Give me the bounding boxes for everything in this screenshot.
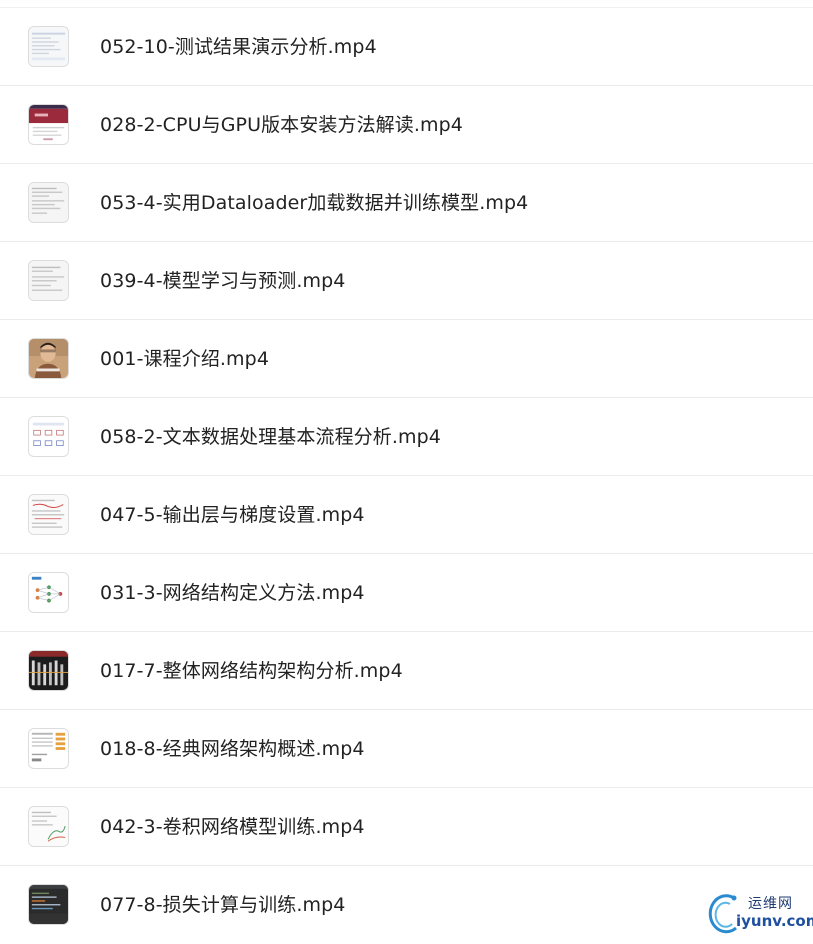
file-row[interactable]: 031-3-网络结构定义方法.mp4 xyxy=(0,553,813,631)
presenter-video-thumbnail-icon xyxy=(28,338,69,379)
file-row[interactable]: 039-4-模型学习与预测.mp4 xyxy=(0,241,813,319)
file-name[interactable]: 017-7-整体网络结构架构分析.mp4 xyxy=(100,632,403,710)
file-row[interactable]: 017-7-整体网络结构架构分析.mp4 xyxy=(0,631,813,709)
file-name[interactable]: 052-10-测试结果演示分析.mp4 xyxy=(100,8,377,86)
file-name[interactable]: 053-4-实用Dataloader加载数据并训练模型.mp4 xyxy=(100,164,528,242)
file-row[interactable]: 047-5-输出层与梯度设置.mp4 xyxy=(0,475,813,553)
table-slide-thumbnail-icon xyxy=(28,728,69,769)
annotated-code-thumbnail-icon xyxy=(28,494,69,535)
file-name[interactable]: 028-2-CPU与GPU版本安装方法解读.mp4 xyxy=(100,86,463,164)
notebook-plot-thumbnail-icon xyxy=(28,806,69,847)
file-name[interactable]: 018-8-经典网络架构概述.mp4 xyxy=(100,710,365,788)
file-row[interactable]: 058-2-文本数据处理基本流程分析.mp4 xyxy=(0,397,813,475)
code-screen-thumbnail-icon xyxy=(28,260,69,301)
file-row[interactable]: 052-10-测试结果演示分析.mp4 xyxy=(0,7,813,85)
file-row[interactable]: 028-2-CPU与GPU版本安装方法解读.mp4 xyxy=(0,85,813,163)
code-screen-thumbnail-icon xyxy=(28,182,69,223)
file-row[interactable]: 018-8-经典网络架构概述.mp4 xyxy=(0,709,813,787)
dark-ide-thumbnail-icon xyxy=(28,884,69,925)
watermark-en-text: iyunv.com xyxy=(736,912,813,930)
file-name[interactable]: 001-课程介绍.mp4 xyxy=(100,320,269,398)
dark-architecture-thumbnail-icon xyxy=(28,650,69,691)
file-name[interactable]: 042-3-卷积网络模型训练.mp4 xyxy=(100,788,365,866)
diagram-slide-thumbnail-icon xyxy=(28,416,69,457)
file-row[interactable]: 001-课程介绍.mp4 xyxy=(0,319,813,397)
file-name[interactable]: 031-3-网络结构定义方法.mp4 xyxy=(100,554,365,632)
file-row[interactable]: 053-4-实用Dataloader加载数据并训练模型.mp4 xyxy=(0,163,813,241)
site-watermark: 运维网 iyunv.com xyxy=(706,890,813,938)
file-name[interactable]: 077-8-损失计算与训练.mp4 xyxy=(100,866,345,944)
watermark-cn-text: 运维网 xyxy=(748,896,793,912)
network-diagram-thumbnail-icon xyxy=(28,572,69,613)
webpage-red-banner-thumbnail-icon xyxy=(28,104,69,145)
file-name[interactable]: 047-5-输出层与梯度设置.mp4 xyxy=(100,476,365,554)
file-name[interactable]: 039-4-模型学习与预测.mp4 xyxy=(100,242,345,320)
file-row[interactable]: 042-3-卷积网络模型训练.mp4 xyxy=(0,787,813,865)
file-name[interactable]: 058-2-文本数据处理基本流程分析.mp4 xyxy=(100,398,441,476)
screen-doc-thumbnail-icon xyxy=(28,26,69,67)
file-row[interactable]: 077-8-损失计算与训练.mp4 xyxy=(0,865,813,943)
file-list: 052-10-测试结果演示分析.mp4 028-2-CPU与GPU版本安装方法解… xyxy=(0,7,813,943)
